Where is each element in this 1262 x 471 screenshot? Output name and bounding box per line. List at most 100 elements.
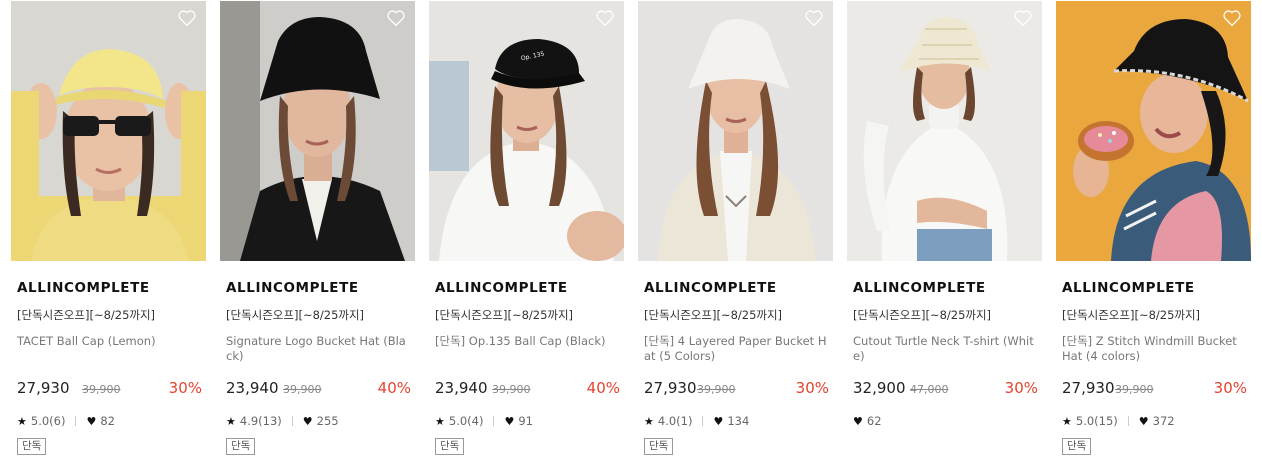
product-image[interactable] — [847, 1, 1042, 261]
sale-price: 27,930 — [1062, 379, 1115, 397]
product-card[interactable]: ALLINCOMPLETE [단독시즌오프][~8/25까지] [단독] Z S… — [1056, 1, 1251, 471]
rating-likes: ★ 5.0(15) ♥ 372 — [1062, 413, 1175, 429]
price-row: 27,930 39,900 30% — [17, 379, 202, 399]
divider — [493, 416, 495, 426]
star-icon: ★ — [17, 414, 27, 428]
brand-name[interactable]: ALLINCOMPLETE — [853, 280, 986, 296]
product-name[interactable]: [단독] 4 Layered Paper Bucket Hat (5 Color… — [644, 334, 829, 364]
product-name[interactable]: Cutout Turtle Neck T-shirt (White) — [853, 334, 1038, 364]
wishlist-heart-icon[interactable] — [595, 9, 615, 27]
rating-text: 5.0(4) — [448, 414, 484, 428]
product-image[interactable] — [638, 1, 833, 261]
like-count: 134 — [727, 414, 750, 428]
promo-text: [단독시즌오프][~8/25까지] — [1062, 308, 1201, 322]
product-name[interactable]: [단독] Op.135 Ball Cap (Black) — [435, 334, 620, 349]
original-price: 47,000 — [910, 383, 949, 396]
heart-icon: ♥ — [504, 414, 515, 428]
divider — [291, 416, 293, 426]
brand-name[interactable]: ALLINCOMPLETE — [435, 280, 568, 296]
discount-rate: 30% — [168, 379, 202, 397]
product-card[interactable]: ALLINCOMPLETE [단독시즌오프][~8/25까지] [단독] 4 L… — [638, 1, 833, 471]
wishlist-heart-icon[interactable] — [386, 9, 406, 27]
original-price: 39,900 — [697, 383, 736, 396]
product-name[interactable]: [단독] Z Stitch Windmill Bucket Hat (4 col… — [1062, 334, 1247, 364]
product-image[interactable]: Op. 135 — [429, 1, 624, 261]
discount-rate: 40% — [586, 379, 620, 397]
original-price: 39,900 — [492, 383, 531, 396]
brand-name[interactable]: ALLINCOMPLETE — [226, 280, 359, 296]
product-name[interactable]: Signature Logo Bucket Hat (Black) — [226, 334, 411, 364]
price-row: 27,930 39,900 30% — [644, 379, 829, 399]
product-photo-cutout-turtleneck — [847, 1, 1042, 261]
price-row: 27,930 39,900 30% — [1062, 379, 1247, 399]
star-icon: ★ — [435, 414, 445, 428]
like-count: 372 — [1152, 414, 1175, 428]
heart-icon: ♥ — [853, 414, 863, 428]
rating-likes: ★ 5.0(6) ♥ 82 — [17, 413, 115, 429]
brand-name[interactable]: ALLINCOMPLETE — [17, 280, 150, 296]
wishlist-heart-icon[interactable] — [1013, 9, 1033, 27]
wishlist-heart-icon[interactable] — [804, 9, 824, 27]
price-row: 23,940 39,900 40% — [226, 379, 411, 399]
product-card[interactable]: ALLINCOMPLETE [단독시즌오프][~8/25까지] Signatur… — [220, 1, 415, 471]
like-count: 62 — [866, 414, 882, 428]
like-count: 82 — [100, 414, 115, 428]
heart-icon: ♥ — [713, 414, 724, 428]
like-count: 255 — [316, 414, 339, 428]
exclusive-badge: 단독 — [17, 438, 47, 455]
product-card[interactable]: ALLINCOMPLETE [단독시즌오프][~8/25까지] TACET Ba… — [11, 1, 206, 471]
heart-icon: ♥ — [302, 414, 313, 428]
product-image[interactable] — [220, 1, 415, 261]
exclusive-badge: 단독 — [435, 438, 465, 455]
original-price: 39,900 — [283, 383, 322, 396]
sale-price: 27,930 — [644, 379, 697, 397]
discount-rate: 30% — [1213, 379, 1247, 397]
divider — [1127, 416, 1129, 426]
product-name[interactable]: TACET Ball Cap (Lemon) — [17, 334, 202, 349]
promo-text: [단독시즌오프][~8/25까지] — [853, 308, 992, 322]
exclusive-badge: 단독 — [226, 438, 256, 455]
product-photo-stitch-bucket-hat — [1056, 1, 1251, 261]
heart-icon: ♥ — [86, 414, 97, 428]
product-photo-black-bucket-hat — [220, 1, 415, 261]
divider — [75, 416, 77, 426]
wishlist-heart-icon[interactable] — [177, 9, 197, 27]
exclusive-badge: 단독 — [644, 438, 674, 455]
star-icon: ★ — [1062, 414, 1072, 428]
discount-rate: 30% — [1004, 379, 1038, 397]
price-row: 23,940 39,900 40% — [435, 379, 620, 399]
product-image[interactable] — [1056, 1, 1251, 261]
brand-name[interactable]: ALLINCOMPLETE — [1062, 280, 1195, 296]
product-grid: ALLINCOMPLETE [단독시즌오프][~8/25까지] TACET Ba… — [11, 1, 1256, 471]
product-photo-yellow-cap — [11, 1, 206, 261]
product-photo-paper-bucket-hat — [638, 1, 833, 261]
divider — [702, 416, 704, 426]
product-card[interactable]: ALLINCOMPLETE [단독시즌오프][~8/25까지] Cutout T… — [847, 1, 1042, 471]
rating-likes: ★ 5.0(4) ♥ 91 — [435, 413, 533, 429]
price-row: 32,900 47,000 30% — [853, 379, 1038, 399]
sale-price: 23,940 — [226, 379, 279, 397]
sale-price: 27,930 — [17, 379, 70, 397]
product-photo-black-ball-cap: Op. 135 — [429, 1, 624, 261]
product-card[interactable]: Op. 135 ALLINCOMPLETE [단독시즌오프][~8/25까지] … — [429, 1, 624, 471]
exclusive-badge: 단독 — [1062, 438, 1092, 455]
discount-rate: 30% — [795, 379, 829, 397]
rating-text: 5.0(6) — [30, 414, 66, 428]
rating-text: 5.0(15) — [1075, 414, 1118, 428]
promo-text: [단독시즌오프][~8/25까지] — [226, 308, 365, 322]
discount-rate: 40% — [377, 379, 411, 397]
product-image[interactable] — [11, 1, 206, 261]
brand-name[interactable]: ALLINCOMPLETE — [644, 280, 777, 296]
star-icon: ★ — [226, 414, 236, 428]
original-price: 39,900 — [1115, 383, 1154, 396]
wishlist-heart-icon[interactable] — [1222, 9, 1242, 27]
like-count: 91 — [518, 414, 533, 428]
rating-likes: ★ 4.0(1) ♥ 134 — [644, 413, 749, 429]
promo-text: [단독시즌오프][~8/25까지] — [435, 308, 574, 322]
sale-price: 32,900 — [853, 379, 906, 397]
sale-price: 23,940 — [435, 379, 488, 397]
rating-likes: ★ 4.9(13) ♥ 255 — [226, 413, 339, 429]
promo-text: [단독시즌오프][~8/25까지] — [644, 308, 783, 322]
rating-text: 4.9(13) — [239, 414, 282, 428]
heart-icon: ♥ — [1138, 414, 1149, 428]
